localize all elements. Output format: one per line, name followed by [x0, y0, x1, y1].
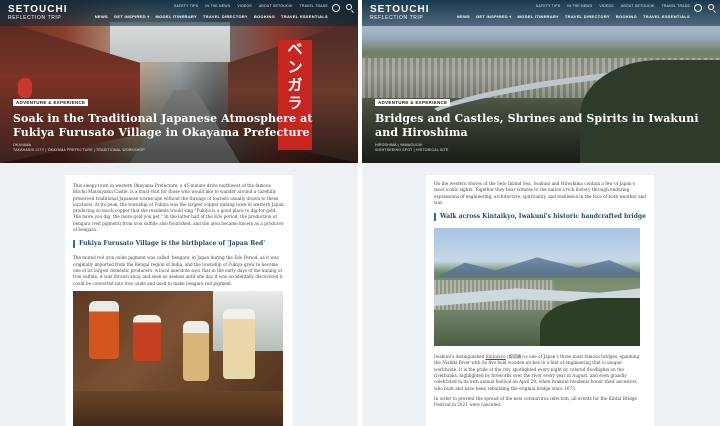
pigment-jar [223, 308, 255, 379]
util-link-about[interactable]: ABOUT SETOUCHI [621, 4, 655, 8]
util-link-news[interactable]: IN THE NEWS [205, 4, 230, 8]
menu-travel-directory[interactable]: TRAVEL DIRECTORY [203, 14, 248, 19]
menu-news[interactable]: NEWS [457, 14, 470, 19]
paragraph: Iwakuni's distinguished Kintaikyo (錦帯橋) … [434, 354, 640, 391]
article-title: Bridges and Castles, Shrines and Spirits… [375, 112, 699, 139]
util-link-trade[interactable]: TRAVEL TRADE [662, 4, 690, 8]
menu-get-inspired[interactable]: GET INSPIRED ▾ [114, 14, 150, 19]
menu-travel-essentials[interactable]: TRAVEL ESSENTIALS [281, 14, 328, 19]
globe-icon[interactable] [332, 4, 340, 12]
hero-image-iwakuni: SETOUCHI REFLECTION TRIP SAFETY TIPS IN … [362, 0, 720, 163]
hero-caption: ADVENTURE & EXPERIENCE Bridges and Castl… [375, 91, 708, 153]
site-logo[interactable]: SETOUCHI REFLECTION TRIP [370, 4, 430, 22]
paragraph: The muted red iron oxide pigment was cal… [73, 255, 283, 286]
globe-icon[interactable] [694, 4, 702, 12]
util-link-news[interactable]: IN THE NEWS [567, 4, 592, 8]
top-nav: SETOUCHI REFLECTION TRIP SAFETY TIPS IN … [362, 0, 720, 26]
article-meta: HIROSHIMA | YAMAGUCHI SIGHTSEEING SPOT |… [375, 143, 449, 152]
paragraph: In order to prevent the spread of the ne… [434, 395, 637, 408]
paragraph: This sleepy town in western Okayama Pref… [73, 183, 285, 233]
util-link-safety[interactable]: SAFETY TIPS [174, 4, 198, 8]
section-heading: Walk across Kintaikyo, Iwakuni's histori… [434, 213, 646, 222]
utility-links: SAFETY TIPS IN THE NEWS VIDEOS ABOUT SET… [536, 4, 690, 8]
main-menu: NEWS GET INSPIRED ▾ MODEL ITINERARY TRAV… [95, 14, 328, 19]
article-body: This sleepy town in western Okayama Pref… [65, 175, 293, 426]
article-title: Soak in the Traditional Japanese Atmosph… [13, 112, 313, 139]
bengara-jars-photo [73, 290, 283, 426]
left-article-page: ベンガラ SETOUCHI REFLECTION TRIP SAFETY TIP… [0, 0, 358, 426]
menu-travel-directory[interactable]: TRAVEL DIRECTORY [565, 14, 610, 19]
category-badge[interactable]: ADVENTURE & EXPERIENCE [375, 99, 451, 106]
util-link-safety[interactable]: SAFETY TIPS [536, 4, 560, 8]
article-meta: OKAYAMA TAKAHASHI CITY | OKAYAMA PREFECT… [13, 143, 145, 152]
hero-caption: ADVENTURE & EXPERIENCE Soak in the Tradi… [13, 91, 346, 153]
kintaikyo-bridge-photo [434, 228, 640, 347]
search-icon[interactable] [346, 4, 352, 10]
menu-get-inspired[interactable]: GET INSPIRED ▾ [476, 14, 512, 19]
menu-model-itinerary[interactable]: MODEL ITINERARY [156, 14, 197, 19]
top-nav: SETOUCHI REFLECTION TRIP SAFETY TIPS IN … [0, 0, 358, 26]
util-link-videos[interactable]: VIDEOS [599, 4, 613, 8]
right-article-page: SETOUCHI REFLECTION TRIP SAFETY TIPS IN … [362, 0, 720, 426]
pigment-jar [133, 314, 161, 361]
pigment-jar [183, 320, 209, 381]
menu-model-itinerary[interactable]: MODEL ITINERARY [518, 14, 559, 19]
menu-travel-essentials[interactable]: TRAVEL ESSENTIALS [643, 14, 690, 19]
search-icon[interactable] [708, 4, 714, 10]
hero-image-fukiya: ベンガラ SETOUCHI REFLECTION TRIP SAFETY TIP… [0, 0, 358, 163]
util-link-about[interactable]: ABOUT SETOUCHI [259, 4, 293, 8]
category-badge[interactable]: ADVENTURE & EXPERIENCE [13, 99, 89, 106]
menu-news[interactable]: NEWS [95, 14, 108, 19]
intro-paragraph: On the western shores of the Seto Inland… [434, 181, 646, 205]
menu-booking[interactable]: BOOKING [254, 14, 275, 19]
util-link-videos[interactable]: VIDEOS [237, 4, 251, 8]
main-menu: NEWS GET INSPIRED ▾ MODEL ITINERARY TRAV… [457, 14, 690, 19]
kintaikyo-link[interactable]: Kintaikyo [486, 354, 506, 359]
util-link-trade[interactable]: TRAVEL TRADE [300, 4, 328, 8]
menu-booking[interactable]: BOOKING [616, 14, 637, 19]
pigment-jar [89, 300, 119, 359]
utility-links: SAFETY TIPS IN THE NEWS VIDEOS ABOUT SET… [174, 4, 328, 8]
article-body: On the western shores of the Seto Inland… [426, 175, 654, 426]
site-logo[interactable]: SETOUCHI REFLECTION TRIP [8, 4, 68, 22]
section-heading: Fukiya Furusato Village is the birthplac… [73, 240, 285, 249]
